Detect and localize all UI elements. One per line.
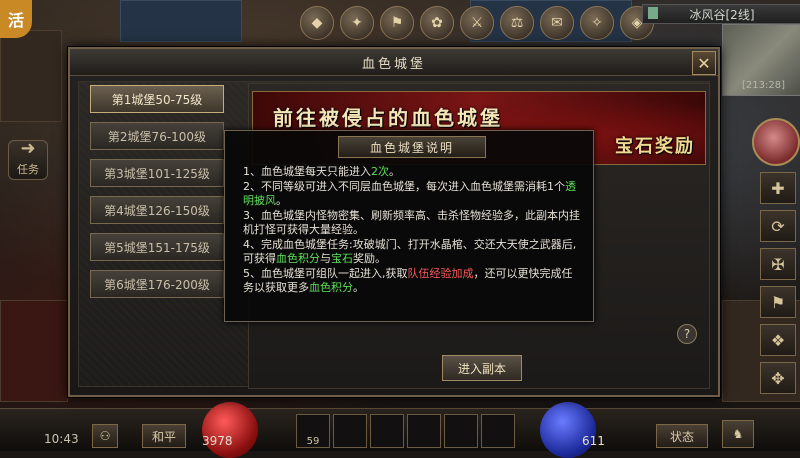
castle-tab-1[interactable]: 第1城堡50-75级: [90, 85, 224, 113]
skill-slot-count: 59: [306, 436, 320, 447]
pk-mode-label: 和平: [151, 429, 176, 444]
rule-highlight: 血色积分: [309, 281, 353, 294]
rule-text: 奖励。: [353, 252, 386, 265]
rule-highlight: 血色积分: [276, 252, 320, 265]
function-icon[interactable]: ✦: [340, 6, 374, 40]
mp-value: 611: [582, 434, 605, 448]
castle-tab-5[interactable]: 第5城堡151-175级: [90, 233, 224, 261]
rule-line-5: 5、血色城堡可组队一起进入,获取队伍经验加成，还可以更快完成任务以获取更多血色积…: [243, 267, 583, 296]
skill-slot[interactable]: [407, 414, 441, 448]
clock: 10:43: [44, 432, 79, 446]
banner-title: 前往被侵占的血色城堡: [273, 106, 503, 130]
rule-text: 3、血色城堡内怪物密集、刷新频率高、击杀怪物经验多，此副本内挂机打怪可获得大量经…: [243, 208, 580, 237]
skill-slot[interactable]: [444, 414, 478, 448]
map-name-bar[interactable]: 冰风谷[2线]: [642, 4, 800, 24]
world-carpet: [0, 300, 68, 402]
castle-tab-label: 第4城堡126-150级: [104, 203, 210, 218]
function-icon[interactable]: ⚑: [380, 6, 414, 40]
castle-tab-label: 第6城堡176-200级: [104, 277, 210, 292]
rule-text: 5、血色城堡可组队一起进入,获取: [243, 266, 408, 280]
skill-icon[interactable]: ❖: [760, 324, 796, 356]
skill-slot[interactable]: [481, 414, 515, 448]
castle-tab-4[interactable]: 第4城堡126-150级: [90, 196, 224, 224]
task-label: 任务: [17, 163, 39, 176]
pk-mode-button[interactable]: 和平: [142, 424, 186, 448]
activity-badge-label: 活: [7, 11, 24, 30]
skill-icon[interactable]: ⟳: [760, 210, 796, 242]
scroll-icon: ➜: [20, 138, 36, 159]
target-avatar[interactable]: [752, 118, 800, 166]
function-icon[interactable]: ⚔: [460, 6, 494, 40]
skill-bar: 59: [296, 414, 515, 448]
world-building: [0, 30, 62, 122]
rule-text: 与: [320, 252, 331, 265]
function-icon[interactable]: ⚖: [500, 6, 534, 40]
rule-text: 。: [276, 194, 287, 207]
skill-icon[interactable]: ✥: [760, 362, 796, 394]
rule-line-3: 3、血色城堡内怪物密集、刷新频率高、击杀怪物经验多，此副本内挂机打怪可获得大量经…: [243, 209, 583, 238]
rule-highlight: 2次: [371, 165, 389, 178]
skill-icon[interactable]: ⚑: [760, 286, 796, 318]
task-button[interactable]: ➜ 任务: [8, 138, 48, 180]
help-glyph: ?: [683, 327, 691, 341]
castle-tab-2[interactable]: 第2城堡76-100级: [90, 122, 224, 150]
rule-text: 。: [389, 165, 400, 178]
function-icon[interactable]: ✉: [540, 6, 574, 40]
rules-popup: 血色城堡说明 1、血色城堡每天只能进入2次。 2、不同等级可进入不同层血色城堡，…: [224, 130, 594, 322]
dialog-titlebar: 血色城堡: [70, 49, 718, 76]
dialog-title: 血色城堡: [361, 56, 426, 72]
skill-slot[interactable]: [370, 414, 404, 448]
popup-title: 血色城堡说明: [338, 136, 486, 158]
function-icon[interactable]: ✧: [580, 6, 614, 40]
help-icon[interactable]: ?: [677, 324, 697, 344]
map-name: 冰风谷[2线]: [689, 7, 755, 22]
castle-tab-label: 第5城堡151-175级: [104, 240, 210, 255]
mount-icon[interactable]: ♞: [722, 420, 754, 448]
castle-tab-label: 第3城堡101-125级: [104, 166, 210, 181]
banner-subtitle: 宝石奖励: [615, 136, 695, 157]
castle-level-list: 第1城堡50-75级 第2城堡76-100级 第3城堡101-125级 第4城堡…: [90, 85, 224, 298]
flag-icon: [648, 7, 658, 19]
close-button[interactable]: ✕: [692, 51, 716, 75]
world-roof: [120, 0, 242, 42]
status-button[interactable]: 状态: [656, 424, 708, 448]
castle-tab-label: 第2城堡76-100级: [107, 129, 207, 144]
top-function-icons: ◆ ✦ ⚑ ✿ ⚔ ⚖ ✉ ✧ ◈: [300, 6, 654, 40]
popup-body: 1、血色城堡每天只能进入2次。 2、不同等级可进入不同层血色城堡，每次进入血色城…: [243, 165, 583, 296]
activity-badge[interactable]: 活: [0, 0, 32, 38]
skill-icon[interactable]: ✚: [760, 172, 796, 204]
rule-text: 1、血色城堡每天只能进入: [243, 165, 371, 178]
skill-slot[interactable]: [333, 414, 367, 448]
enter-dungeon-button[interactable]: 进入副本: [442, 355, 522, 381]
minimap-coords: [213:28]: [742, 80, 785, 91]
castle-tab-3[interactable]: 第3城堡101-125级: [90, 159, 224, 187]
enter-dungeon-label: 进入副本: [457, 361, 506, 376]
castle-tab-label: 第1城堡50-75级: [111, 92, 203, 107]
castle-tab-6[interactable]: 第6城堡176-200级: [90, 270, 224, 298]
right-side-buttons: ✚ ⟳ ✠ ⚑ ❖ ✥: [760, 172, 796, 394]
skill-icon[interactable]: ✠: [760, 248, 796, 280]
function-icon[interactable]: ✿: [420, 6, 454, 40]
rule-line-2: 2、不同等级可进入不同层血色城堡，每次进入血色城堡需消耗1个透明披风。: [243, 180, 583, 209]
rule-line-1: 1、血色城堡每天只能进入2次。: [243, 165, 583, 180]
team-icon[interactable]: ⚇: [92, 424, 118, 448]
skill-slot[interactable]: 59: [296, 414, 330, 448]
hp-value: 3978: [202, 434, 233, 448]
rule-text: 2、不同等级可进入不同层血色城堡，每次进入血色城堡需消耗1个: [243, 179, 565, 193]
rule-line-4: 4、完成血色城堡任务:攻破城门、打开水晶棺、交还大天使之武器后,可获得血色积分与…: [243, 238, 583, 267]
rule-text: 。: [353, 281, 364, 294]
function-icon[interactable]: ◆: [300, 6, 334, 40]
rule-highlight: 宝石: [331, 252, 353, 265]
status-label: 状态: [669, 429, 694, 444]
rule-highlight: 队伍经验加成: [407, 266, 474, 280]
close-icon: ✕: [697, 53, 711, 73]
